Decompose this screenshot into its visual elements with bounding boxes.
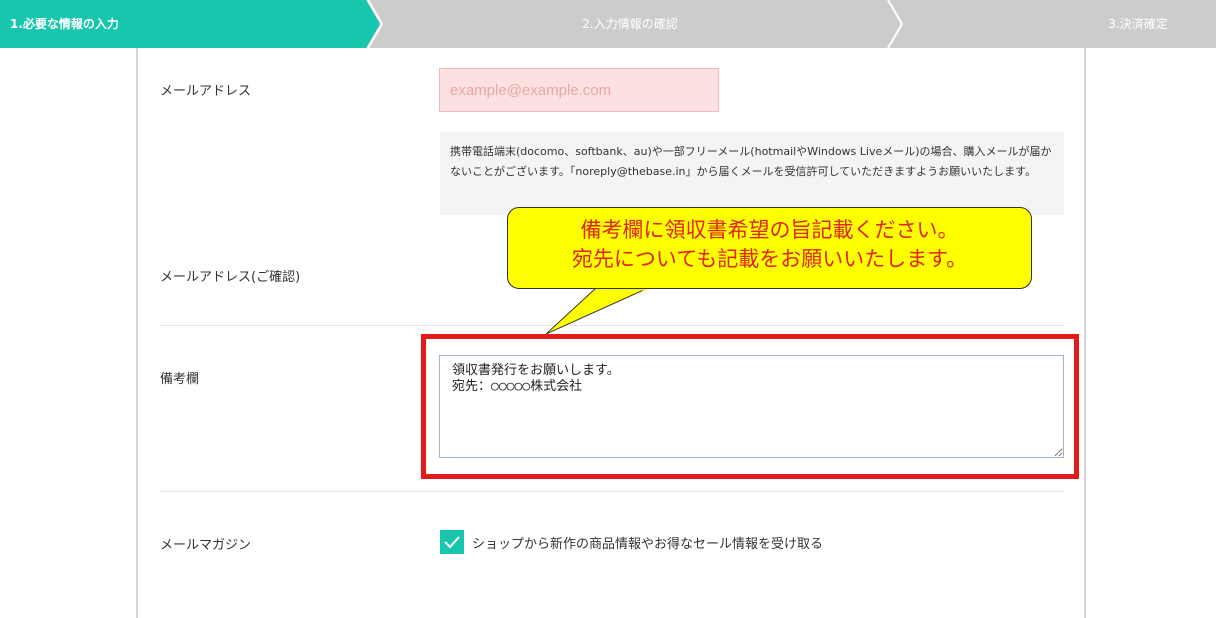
step-input: 1.必要な情報の入力 xyxy=(0,0,380,48)
chevron-right-icon xyxy=(887,0,904,48)
remarks-textarea[interactable]: 領収書発行をお願いします。 宛先：○○○○○株式会社 xyxy=(439,355,1064,458)
checkout-step-bar: 1.必要な情報の入力 2.入力情報の確認 3.決済確定 xyxy=(0,0,1216,48)
annotation-callout: 備考欄に領収書希望の旨記載ください。 宛先についても記載をお願いいたします。 xyxy=(507,207,1032,289)
email-field[interactable] xyxy=(439,68,719,112)
newsletter-checkbox[interactable] xyxy=(440,530,464,554)
newsletter-checkbox-label[interactable]: ショップから新作の商品情報やお得なセール情報を受け取る xyxy=(472,533,823,552)
divider xyxy=(160,491,1064,492)
step-input-label: 1.必要な情報の入力 xyxy=(10,17,119,31)
callout-line-1: 備考欄に領収書希望の旨記載ください。 xyxy=(580,218,959,242)
email-notice: 携帯電話端末(docomo、softbank、au)や一部フリーメール(hotm… xyxy=(440,132,1064,215)
callout-pointer xyxy=(546,288,649,334)
step-payment: 3.決済確定 xyxy=(1060,0,1216,48)
checkmark-icon xyxy=(444,536,460,549)
step-payment-label: 3.決済確定 xyxy=(1108,17,1168,31)
remarks-label: 備考欄 xyxy=(160,372,200,387)
email-label: メールアドレス xyxy=(160,84,252,99)
email-confirm-label: メールアドレス(ご確認) xyxy=(160,270,301,285)
step-confirm: 2.入力情報の確認 xyxy=(370,0,890,48)
callout-line-2: 宛先についても記載をお願いいたします。 xyxy=(571,247,968,271)
newsletter-label: メールマガジン xyxy=(160,538,252,553)
step-confirm-label: 2.入力情報の確認 xyxy=(582,17,678,31)
